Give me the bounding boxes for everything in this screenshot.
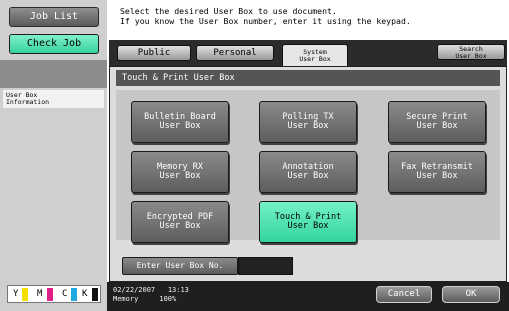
- user-box-number-field[interactable]: [238, 257, 293, 275]
- button-label-line2: User Box: [416, 121, 458, 131]
- tab-search-user-box[interactable]: Search User Box: [437, 44, 505, 60]
- memory-label: Memory: [113, 295, 139, 303]
- touch-and-print-user-box-button[interactable]: Touch & Print User Box: [259, 201, 357, 243]
- ok-button[interactable]: OK: [442, 286, 500, 303]
- user-box-information-item[interactable]: User Box Information: [3, 90, 104, 108]
- memory-value: 100%: [159, 295, 177, 303]
- cancel-button[interactable]: Cancel: [376, 286, 432, 303]
- button-label-line2: User Box: [287, 171, 329, 181]
- panel-title: Touch & Print User Box: [116, 70, 500, 86]
- tab-strip: Public Personal System User Box Search U…: [109, 40, 507, 66]
- secure-print-user-box-button[interactable]: Secure Print User Box: [388, 101, 486, 143]
- system-user-box-panel: Touch & Print User Box Bulletin Board Us…: [109, 66, 507, 282]
- toner-bar-yellow: [22, 288, 28, 301]
- toner-bar-black: [92, 288, 98, 301]
- button-label-line2: User Box: [287, 221, 329, 231]
- button-label-line2: User Box: [159, 171, 201, 181]
- enter-user-box-number-button[interactable]: Enter User Box No.: [122, 257, 238, 275]
- job-list-button[interactable]: Job List: [9, 7, 99, 27]
- date-text: 02/22/2007: [113, 286, 156, 294]
- annotation-user-box-button[interactable]: Annotation User Box: [259, 151, 357, 193]
- left-panel: Job List Check Job User Box Information …: [0, 0, 107, 311]
- button-label-line2: User Box: [416, 171, 458, 181]
- toner-indicator: Y M C K: [7, 285, 101, 303]
- touch-panel-screen: Job List Check Job User Box Information …: [0, 0, 509, 311]
- check-job-button[interactable]: Check Job: [9, 34, 99, 54]
- instruction-message: Select the desired User Box to use docum…: [120, 6, 505, 26]
- date-memory-status: 02/22/2007 13:13 Memory 100%: [113, 286, 243, 304]
- polling-tx-user-box-button[interactable]: Polling TX User Box: [259, 101, 357, 143]
- tab-personal[interactable]: Personal: [196, 45, 274, 61]
- status-bar: 02/22/2007 13:13 Memory 100% Cancel OK: [107, 282, 509, 311]
- user-box-grid: Bulletin Board User Box Polling TX User …: [116, 90, 500, 243]
- left-panel-divider: [0, 60, 107, 88]
- toner-letter-black: K: [82, 289, 88, 299]
- instruction-line1: Select the desired User Box to use docum…: [120, 6, 337, 16]
- button-label-line2: User Box: [159, 221, 201, 231]
- toner-bar-magenta: [47, 288, 53, 301]
- toner-letter-yellow: Y: [13, 289, 19, 299]
- tab-public[interactable]: Public: [117, 45, 191, 61]
- instruction-line2: If you know the User Box number, enter i…: [120, 16, 411, 26]
- date-time-line: 02/22/2007 13:13: [113, 286, 243, 295]
- toner-bar-cyan: [71, 288, 77, 301]
- user-box-information-label-line2: Information: [6, 98, 50, 106]
- memory-line: Memory 100%: [113, 295, 243, 304]
- fax-retransmit-user-box-button[interactable]: Fax Retransmit User Box: [388, 151, 486, 193]
- button-label-line2: User Box: [159, 121, 201, 131]
- time-text: 13:13: [167, 286, 189, 294]
- tab-search-label-line2: User Box: [455, 51, 487, 60]
- tab-system-label-line2: User Box: [299, 55, 331, 63]
- button-label-line2: User Box: [287, 121, 329, 131]
- toner-letter-magenta: M: [37, 289, 43, 299]
- memory-rx-user-box-button[interactable]: Memory RX User Box: [131, 151, 229, 193]
- toner-letter-cyan: C: [62, 289, 68, 299]
- encrypted-pdf-user-box-button[interactable]: Encrypted PDF User Box: [131, 201, 229, 243]
- bulletin-board-user-box-button[interactable]: Bulletin Board User Box: [131, 101, 229, 143]
- tab-system-user-box[interactable]: System User Box: [282, 44, 348, 66]
